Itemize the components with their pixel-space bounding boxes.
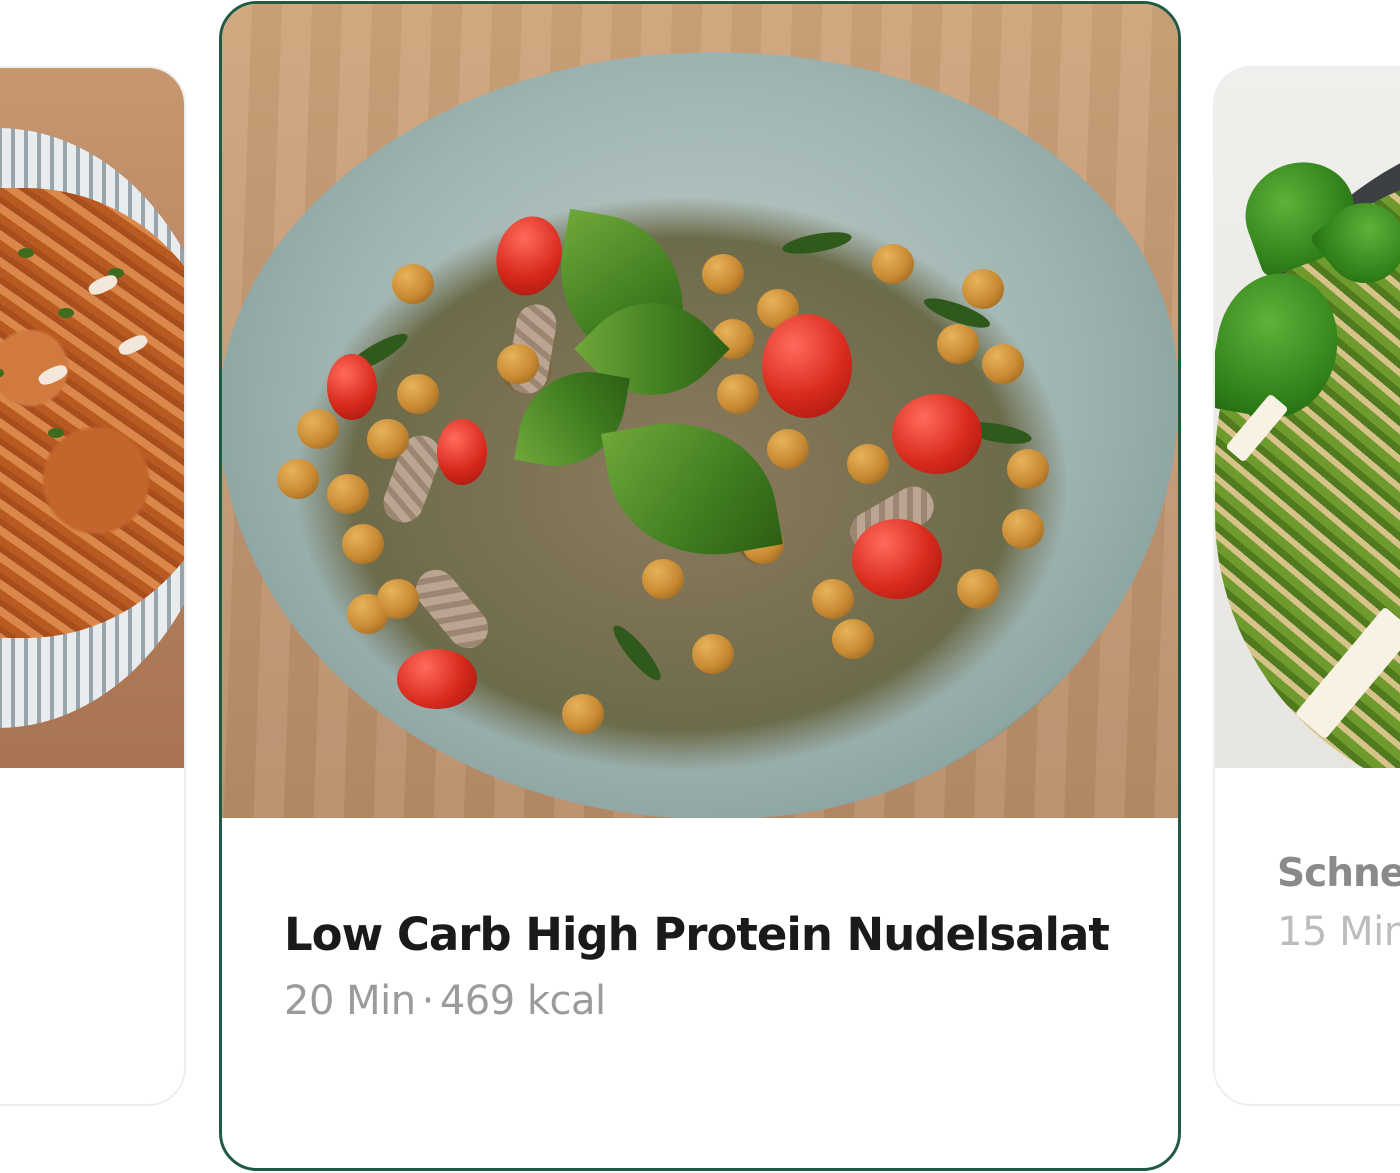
- cherry-tomato: [892, 394, 982, 474]
- chickpea: [1002, 509, 1044, 549]
- cherry-tomato: [397, 649, 477, 709]
- recipe-info: [0, 768, 184, 847]
- recipe-carousel[interactable]: Low Carb High Protein Nudelsalat 20 Min ·…: [0, 0, 1400, 1173]
- recipe-time: 20 Min: [284, 978, 416, 1024]
- chickpea: [872, 244, 914, 284]
- chickpea: [812, 579, 854, 619]
- chickpea: [367, 419, 409, 459]
- chickpea: [962, 269, 1004, 309]
- recipe-card-next[interactable]: Schne Protei 15 Min: [1213, 66, 1400, 1106]
- recipe-card-active[interactable]: Low Carb High Protein Nudelsalat 20 Min ·…: [219, 1, 1181, 1171]
- recipe-meta: 20 Min · 469 kcal: [284, 978, 1178, 1024]
- chickpea: [497, 344, 539, 384]
- recipe-meta: 15 Min: [1277, 909, 1400, 955]
- cherry-tomato: [762, 314, 852, 418]
- chickpea: [957, 569, 999, 609]
- chickpea: [767, 429, 809, 469]
- recipe-time: 15 Min: [1277, 909, 1400, 955]
- chickpea: [277, 459, 319, 499]
- recipe-calories: 469 kcal: [439, 978, 606, 1024]
- recipe-photo: [1215, 68, 1400, 768]
- chickpea: [297, 409, 339, 449]
- chickpea: [397, 374, 439, 414]
- chickpea: [717, 374, 759, 414]
- meta-separator: ·: [421, 978, 435, 1024]
- chickpea: [392, 264, 434, 304]
- chickpea: [562, 694, 604, 734]
- chickpea: [982, 344, 1024, 384]
- recipe-photo: [0, 68, 184, 768]
- herb: [18, 248, 34, 258]
- recipe-info: Low Carb High Protein Nudelsalat 20 Min ·…: [222, 818, 1178, 1024]
- recipe-info: Schne Protei 15 Min: [1215, 768, 1400, 955]
- chickpea: [702, 254, 744, 294]
- chickpea: [832, 619, 874, 659]
- recipe-title: Schne Protei: [1277, 851, 1400, 896]
- cherry-tomato: [852, 519, 942, 599]
- recipe-title: Low Carb High Protein Nudelsalat: [284, 908, 1110, 961]
- cherry-tomato: [437, 419, 487, 485]
- chickpea: [377, 579, 419, 619]
- recipe-card-previous[interactable]: [0, 66, 186, 1106]
- recipe-photo: [222, 4, 1178, 818]
- chickpea: [937, 324, 979, 364]
- herb: [58, 308, 74, 318]
- chickpea: [847, 444, 889, 484]
- cherry-tomato: [327, 354, 377, 420]
- herb: [48, 428, 64, 438]
- chickpea: [1007, 449, 1049, 489]
- chickpea: [642, 559, 684, 599]
- chickpea: [327, 474, 369, 514]
- chickpea: [342, 524, 384, 564]
- chickpea: [692, 634, 734, 674]
